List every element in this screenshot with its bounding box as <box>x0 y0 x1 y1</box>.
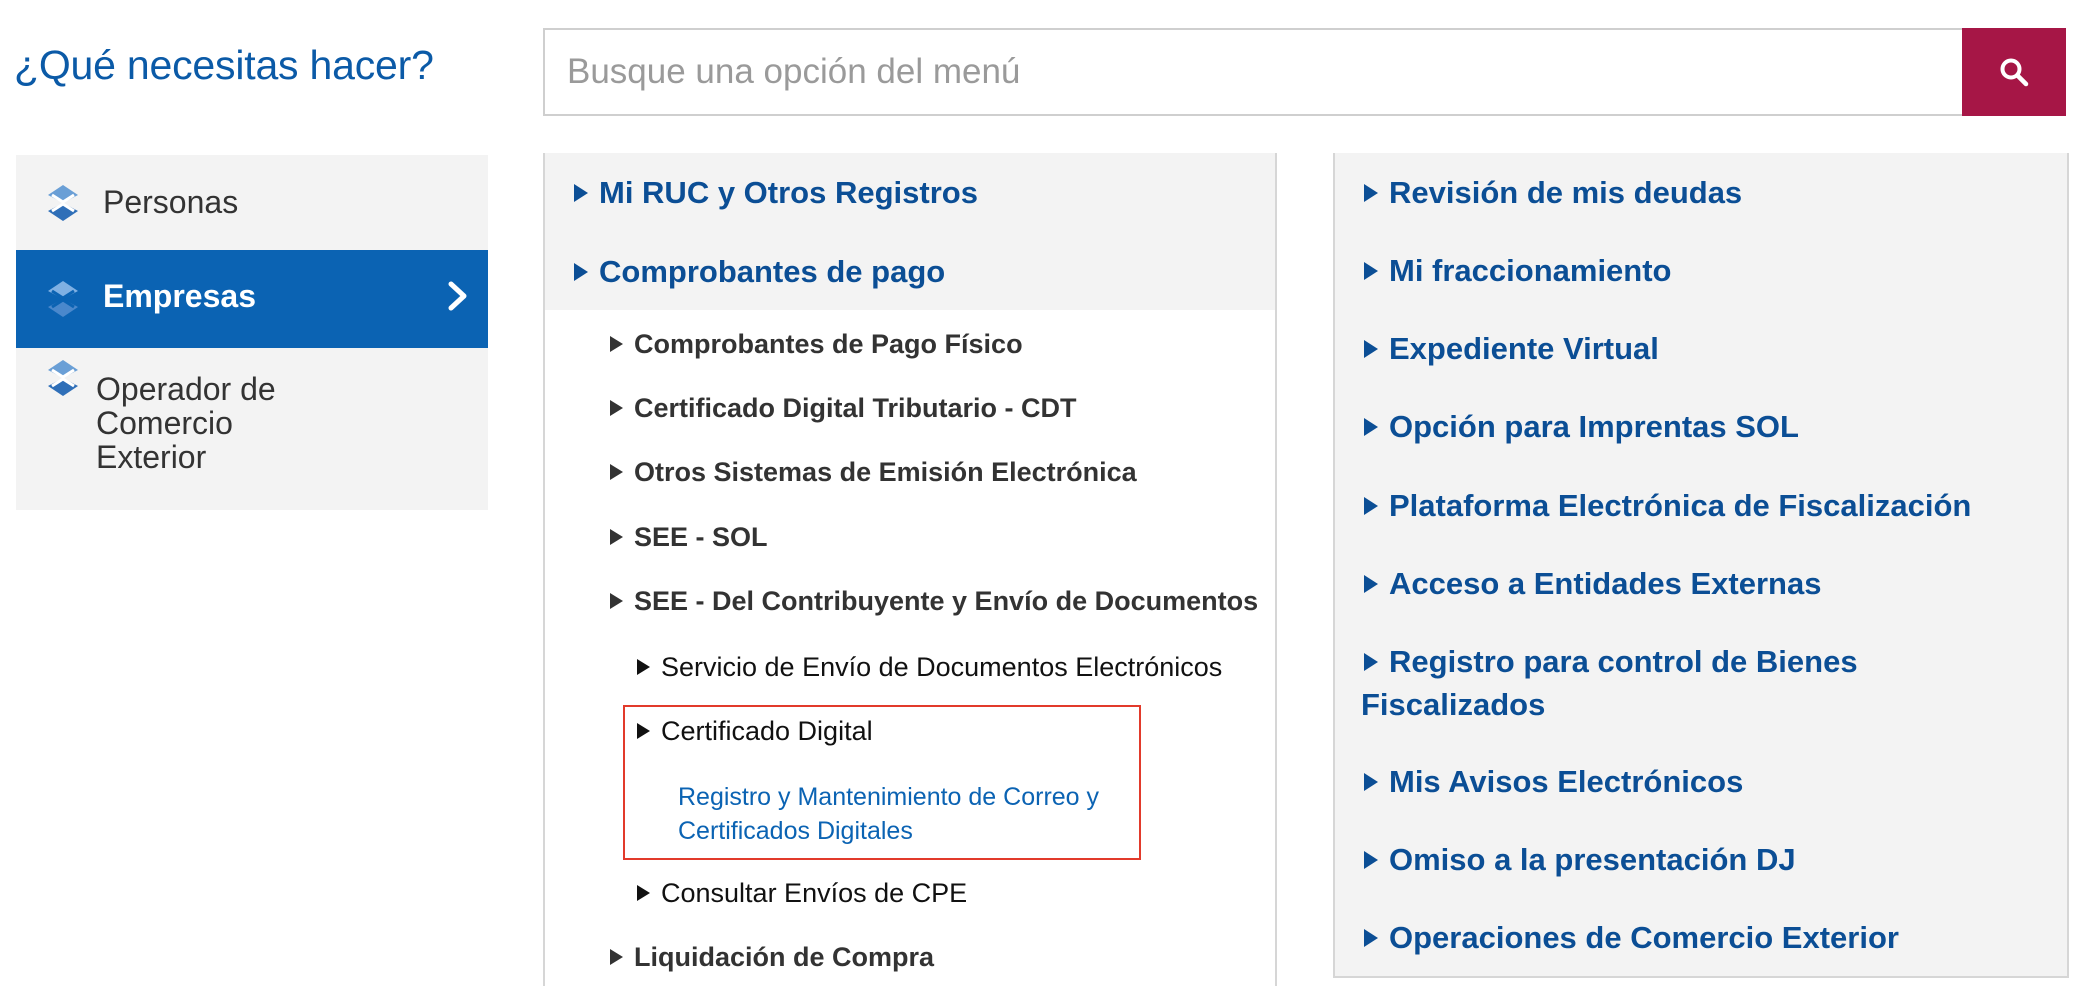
search-input[interactable] <box>545 30 1962 114</box>
menu-item-avisos[interactable]: Mis Avisos Electrónicos <box>1364 764 1743 800</box>
triangle-right-icon <box>637 722 650 739</box>
menu-item-label: Comprobantes de pago <box>599 254 946 289</box>
triangle-right-icon <box>637 884 650 901</box>
menu-item-comprobantes[interactable]: Comprobantes de pago <box>574 254 945 290</box>
menu-item-fraccionamiento[interactable]: Mi fraccionamiento <box>1364 253 1672 289</box>
menu-item-label: Acceso a Entidades Externas <box>1389 566 1822 601</box>
menu-item-label: Registro para control de Bienes Fiscaliz… <box>1361 644 1858 722</box>
menu-item-deudas[interactable]: Revisión de mis deudas <box>1364 175 1742 211</box>
menu-item-label: Mi fraccionamiento <box>1389 253 1672 288</box>
triangle-right-icon <box>1364 772 1378 791</box>
menu-item-expediente[interactable]: Expediente Virtual <box>1364 331 1659 367</box>
page-title: ¿Qué necesitas hacer? <box>14 42 434 88</box>
menu-item-comercio-exterior[interactable]: Operaciones de Comercio Exterior <box>1364 920 1899 956</box>
submenu-label: SEE - Del Contribuyente y Envío de Docum… <box>634 586 1259 616</box>
search-bar <box>543 28 2066 116</box>
triangle-right-icon <box>1364 574 1378 593</box>
registro-correo-link[interactable]: Registro y Mantenimiento de Correo y Cer… <box>678 780 1138 848</box>
menu-item-label: Plataforma Electrónica de Fiscalización <box>1389 488 1972 523</box>
triangle-right-icon <box>1364 496 1378 515</box>
menu-item-omiso[interactable]: Omiso a la presentación DJ <box>1364 842 1796 878</box>
triangle-right-icon <box>610 463 623 480</box>
triangle-right-icon <box>574 262 588 281</box>
menu-item-label: Omiso a la presentación DJ <box>1389 842 1796 877</box>
submenu-item[interactable]: Otros Sistemas de Emisión Electrónica <box>610 457 1137 488</box>
submenu-label: Liquidación de Compra <box>634 942 935 972</box>
submenu-item[interactable]: SEE - SOL <box>610 522 768 553</box>
category-personas[interactable]: Personas <box>16 155 488 250</box>
triangle-right-icon <box>1364 339 1378 358</box>
triangle-right-icon <box>610 592 623 609</box>
see-child-item-certificado[interactable]: Certificado Digital <box>637 716 873 747</box>
search-icon <box>2000 58 2029 87</box>
submenu-item[interactable]: Comprobantes de Pago Físico <box>610 329 1023 360</box>
menu-item-imprentas[interactable]: Opción para Imprentas SOL <box>1364 409 1799 445</box>
category-label: Personas <box>103 184 239 220</box>
submenu-label: Certificado Digital Tributario - CDT <box>634 393 1077 423</box>
menu-item-fiscalizacion[interactable]: Plataforma Electrónica de Fiscalización <box>1364 488 1971 524</box>
submenu-label: SEE - SOL <box>634 522 768 552</box>
triangle-right-icon <box>1364 417 1378 436</box>
category-operador[interactable]: Operador de Comercio Exterior <box>16 348 488 510</box>
triangle-right-icon <box>1364 928 1378 947</box>
category-menu: Personas Empresas Operador de Comercio E… <box>16 155 488 510</box>
menu-item-mi-ruc[interactable]: Mi RUC y Otros Registros <box>574 175 978 211</box>
triangle-right-icon <box>610 528 623 545</box>
category-label: Operador de Comercio Exterior <box>96 371 276 475</box>
submenu-label: Otros Sistemas de Emisión Electrónica <box>634 457 1137 487</box>
menu-item-label: Mis Avisos Electrónicos <box>1389 764 1744 799</box>
triangle-right-icon <box>610 335 623 352</box>
see-child-label: Certificado Digital <box>661 716 873 746</box>
sunat-logo-icon <box>48 360 78 396</box>
see-child-label: Servicio de Envío de Documentos Electrón… <box>661 652 1223 682</box>
menu-item-label: Expediente Virtual <box>1389 331 1659 366</box>
menu-item-entidades[interactable]: Acceso a Entidades Externas <box>1364 566 1821 602</box>
triangle-right-icon <box>1364 850 1378 869</box>
menu-item-label: Mi RUC y Otros Registros <box>599 175 978 210</box>
see-child-item[interactable]: Consultar Envíos de CPE <box>637 878 967 909</box>
category-label: Empresas <box>103 278 256 314</box>
submenu-item[interactable]: Liquidación de Compra <box>610 942 934 973</box>
triangle-right-icon <box>610 399 623 416</box>
menu-item-label: Operaciones de Comercio Exterior <box>1389 920 1899 955</box>
submenu-item[interactable]: SEE - Del Contribuyente y Envío de Docum… <box>610 586 1258 617</box>
triangle-right-icon <box>1364 652 1378 671</box>
sunat-logo-icon <box>48 281 78 317</box>
triangle-right-icon <box>637 658 650 675</box>
submenu-label: Comprobantes de Pago Físico <box>634 329 1023 359</box>
triangle-right-icon <box>1364 261 1378 280</box>
see-child-label: Consultar Envíos de CPE <box>661 878 968 908</box>
menu-item-label: Opción para Imprentas SOL <box>1389 409 1799 444</box>
triangle-right-icon <box>1364 183 1378 202</box>
sunat-logo-icon <box>48 185 78 221</box>
category-empresas[interactable]: Empresas <box>16 250 488 348</box>
chevron-right-icon <box>448 281 467 311</box>
search-button[interactable] <box>1962 28 2066 116</box>
menu-item-bienes[interactable]: Registro para control de Bienes Fiscaliz… <box>1361 640 2001 726</box>
triangle-right-icon <box>610 948 623 965</box>
menu-item-label: Revisión de mis deudas <box>1389 175 1743 210</box>
see-child-item[interactable]: Servicio de Envío de Documentos Electrón… <box>637 652 1222 683</box>
triangle-right-icon <box>574 183 588 202</box>
submenu-item[interactable]: Certificado Digital Tributario - CDT <box>610 393 1077 424</box>
